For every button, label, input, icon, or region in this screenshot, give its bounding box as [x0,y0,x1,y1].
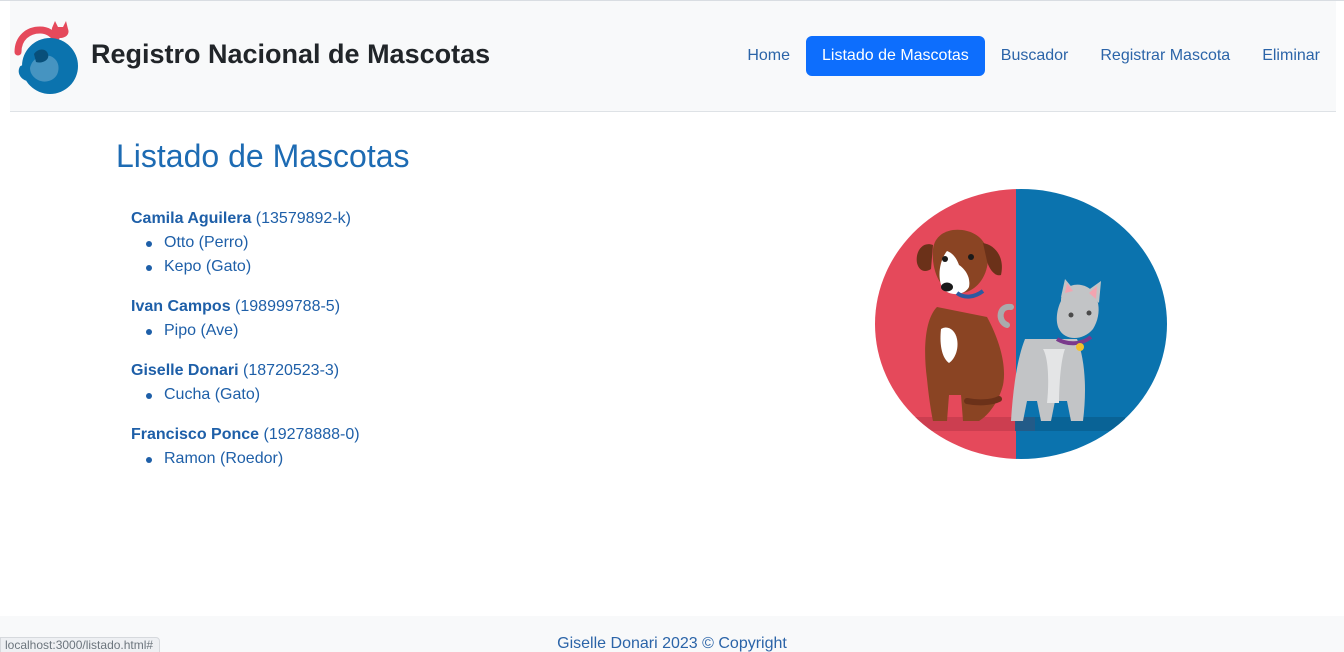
pet-item: Kepo (Gato) [131,255,631,279]
pet-label: Pipo (Ave) [164,322,239,339]
nav-buscador[interactable]: Buscador [985,36,1085,76]
nav-registrar-mascota[interactable]: Registrar Mascota [1084,36,1246,76]
pets-list: Cucha (Gato) [131,383,631,407]
pets-list: Pipo (Ave) [131,319,631,343]
owner-line: Ivan Campos (198999788-5) [131,295,631,319]
pet-label: Cucha (Gato) [164,386,261,403]
page-title: Listado de Mascotas [116,138,410,174]
owner-line: Camila Aguilera (13579892-k) [131,207,631,231]
owner-name: Ivan Campos [131,298,231,315]
navbar: Registro Nacional de Mascotas Home Lista… [10,1,1336,112]
owner-rut: (13579892-k) [255,210,351,227]
owner-rut: (198999788-5) [235,298,341,315]
owner-rut: (18720523-3) [243,362,340,379]
footer: Giselle Donari 2023 © Copyright [0,616,1344,652]
pets-list: Ramon (Roedor) [131,447,631,471]
owner-name: Camila Aguilera [131,210,252,227]
owner-line: Giselle Donari (18720523-3) [131,359,631,383]
nav-home[interactable]: Home [731,36,806,76]
owner-name: Giselle Donari [131,362,239,379]
bullet-icon [146,265,152,271]
owner-line: Francisco Ponce (19278888-0) [131,423,631,447]
main-nav: Home Listado de Mascotas Buscador Regist… [731,36,1336,76]
nav-eliminar[interactable]: Eliminar [1246,36,1336,76]
footer-copyright: Giselle Donari 2023 © Copyright [557,635,787,652]
pet-label: Otto (Perro) [164,234,249,251]
pet-item: Pipo (Ave) [131,319,631,343]
owners-list: Camila Aguilera (13579892-k) Otto (Perro… [131,207,631,487]
dog-icon [916,229,1005,421]
owner-rut: (19278888-0) [263,426,360,443]
pet-item: Ramon (Roedor) [131,447,631,471]
pet-item: Cucha (Gato) [131,383,631,407]
owner-name: Francisco Ponce [131,426,260,443]
bullet-icon [146,393,152,399]
bullet-icon [146,457,152,463]
owner-item: Giselle Donari (18720523-3) Cucha (Gato) [131,359,631,407]
owner-item: Ivan Campos (198999788-5) Pipo (Ave) [131,295,631,343]
pets-list: Otto (Perro) Kepo (Gato) [131,231,631,279]
nav-listado-de-mascotas[interactable]: Listado de Mascotas [806,36,985,76]
dog-and-cat-illustration [875,189,1167,459]
pet-label: Kepo (Gato) [164,258,252,275]
owner-item: Camila Aguilera (13579892-k) Otto (Perro… [131,207,631,279]
owner-item: Francisco Ponce (19278888-0) Ramon (Roed… [131,423,631,471]
brand-title[interactable]: Registro Nacional de Mascotas [91,39,490,70]
pets-logo-icon[interactable] [12,18,82,96]
bullet-icon [146,329,152,335]
bullet-icon [146,241,152,247]
status-bar-url: localhost:3000/listado.html# [0,637,161,652]
pet-item: Otto (Perro) [131,231,631,255]
pet-label: Ramon (Roedor) [164,450,284,467]
